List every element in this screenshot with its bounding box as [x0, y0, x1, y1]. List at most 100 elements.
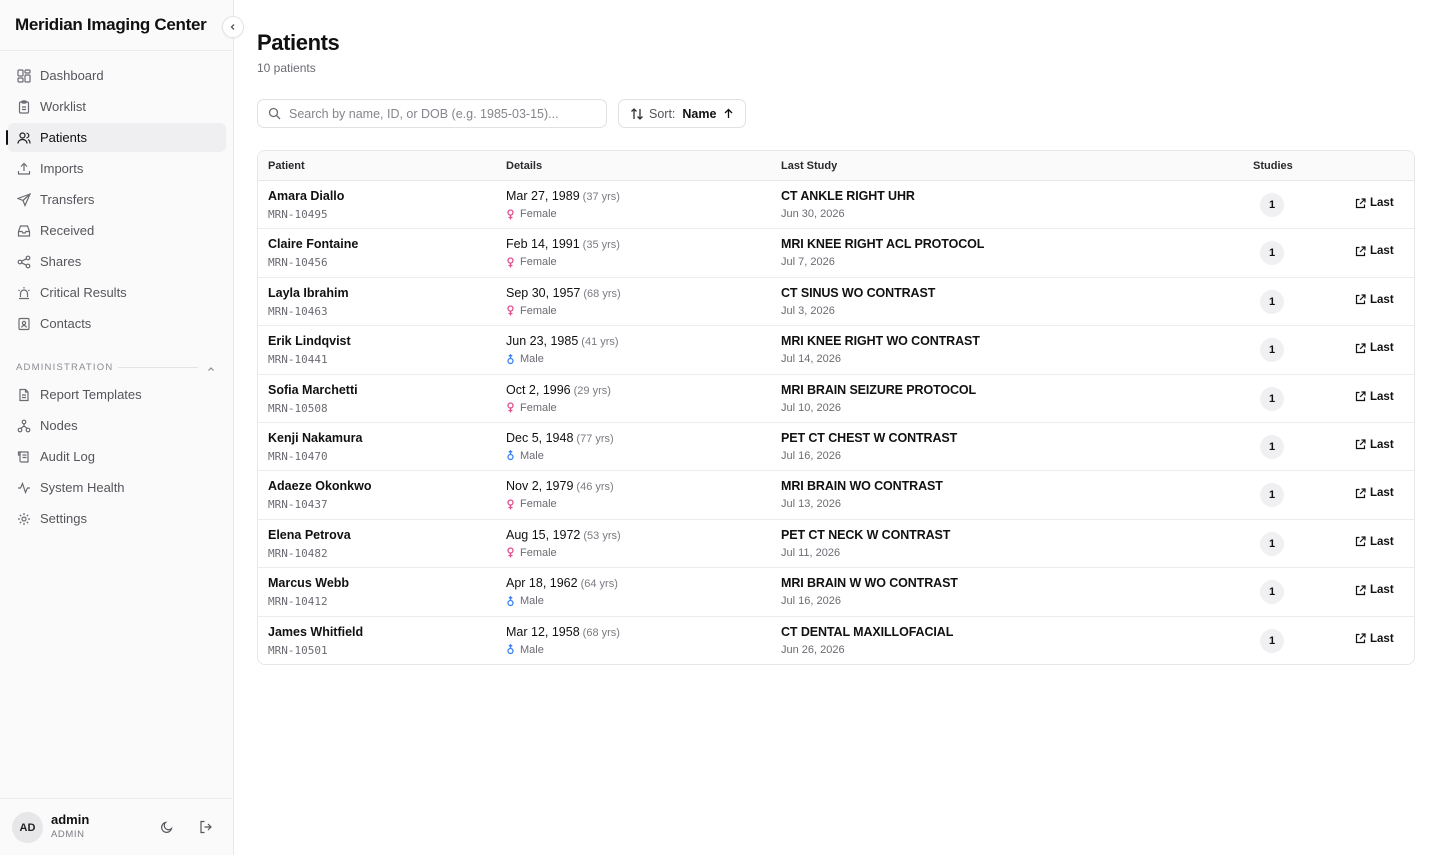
external-link-icon: [1355, 246, 1366, 257]
open-last-study-button[interactable]: Last: [1355, 584, 1394, 596]
open-last-study-button[interactable]: Last: [1355, 391, 1394, 403]
studies-count-badge: 1: [1260, 531, 1284, 556]
column-header-details[interactable]: Details: [506, 160, 542, 172]
patient-name[interactable]: Amara Diallo: [268, 189, 344, 203]
sidebar-item-dashboard[interactable]: Dashboard: [8, 61, 226, 90]
open-last-study-button[interactable]: Last: [1355, 245, 1394, 257]
table-row[interactable]: Claire Fontaine MRN-10456 Feb 14, 1991 (3…: [258, 229, 1414, 278]
external-link-icon: [1355, 343, 1366, 354]
table-row[interactable]: Erik Lindqvist MRN-10441 Jun 23, 1985 (41…: [258, 326, 1414, 375]
sidebar-item-system-health[interactable]: System Health: [8, 473, 226, 502]
table-row[interactable]: James Whitfield MRN-10501 Mar 12, 1958 (6…: [258, 617, 1414, 664]
patient-age: (46 yrs): [576, 481, 614, 494]
users-icon: [17, 131, 31, 145]
patient-sex: Female: [506, 305, 557, 317]
patient-dob: Apr 18, 1962 (64 yrs): [506, 576, 618, 591]
sidebar-item-label: Contacts: [40, 316, 92, 331]
arrow-up-icon: [723, 108, 734, 119]
male-icon: [506, 353, 515, 365]
patient-dob: Mar 27, 1989 (37 yrs): [506, 189, 620, 203]
sidebar-item-worklist[interactable]: Worklist: [8, 92, 226, 121]
patient-name[interactable]: Sofia Marchetti: [268, 383, 358, 397]
user-role: ADMIN: [51, 829, 85, 840]
avatar[interactable]: AD: [12, 812, 43, 843]
last-study-date: Jul 16, 2026: [781, 449, 841, 462]
open-last-study-button[interactable]: Last: [1355, 342, 1394, 354]
table-row[interactable]: Sofia Marchetti MRN-10508 Oct 2, 1996 (29…: [258, 375, 1414, 423]
section-label-administration: ADMINISTRATION: [16, 362, 114, 373]
siren-icon: [17, 286, 31, 300]
patient-name[interactable]: Claire Fontaine: [268, 237, 358, 251]
last-study-description: MRI KNEE RIGHT WO CONTRAST: [781, 334, 980, 349]
table-row[interactable]: Elena Petrova MRN-10482 Aug 15, 1972 (53 …: [258, 520, 1414, 569]
sort-label: Sort:: [649, 106, 676, 121]
last-study-description: CT SINUS WO CONTRAST: [781, 285, 936, 300]
studies-count-badge: 1: [1260, 483, 1284, 508]
column-header-patient[interactable]: Patient: [268, 160, 305, 172]
sidebar-item-patients[interactable]: Patients: [6, 123, 226, 152]
patient-sex: Male: [506, 595, 544, 607]
patients-table: Patient Details Last Study Studies Amara…: [257, 150, 1415, 665]
admin-nav: Report Templates Nodes Audit Log System …: [8, 380, 226, 535]
table-row[interactable]: Marcus Webb MRN-10412 Apr 18, 1962 (64 yr…: [258, 568, 1414, 617]
table-row[interactable]: Layla Ibrahim MRN-10463 Sep 30, 1957 (68 …: [258, 278, 1414, 327]
sidebar-item-received[interactable]: Received: [8, 216, 226, 245]
sidebar-item-transfers[interactable]: Transfers: [8, 185, 226, 214]
sidebar-item-settings[interactable]: Settings: [8, 504, 226, 533]
female-icon: [506, 402, 515, 413]
patient-dob: Aug 15, 1972 (53 yrs): [506, 527, 621, 542]
sidebar-item-label: System Health: [40, 480, 125, 495]
sidebar-item-label: Settings: [40, 511, 87, 526]
patient-name[interactable]: Elena Petrova: [268, 528, 351, 542]
logout-icon[interactable]: [197, 818, 215, 836]
sidebar-item-imports[interactable]: Imports: [8, 154, 226, 183]
patient-name[interactable]: Erik Lindqvist: [268, 334, 351, 348]
divider: [0, 798, 234, 799]
patient-name[interactable]: Kenji Nakamura: [268, 431, 362, 445]
patient-sex: Male: [506, 450, 544, 462]
studies-count-badge: 1: [1260, 193, 1284, 217]
sidebar-item-contacts[interactable]: Contacts: [8, 309, 226, 338]
divider: [0, 50, 234, 51]
chevron-up-icon[interactable]: [206, 361, 216, 379]
sidebar-item-label: Critical Results: [40, 285, 127, 300]
search-box[interactable]: [257, 99, 607, 128]
sidebar-item-shares[interactable]: Shares: [8, 247, 226, 276]
open-last-study-button[interactable]: Last: [1355, 536, 1394, 548]
user-name: admin: [51, 812, 90, 827]
table-row[interactable]: Adaeze Okonkwo MRN-10437 Nov 2, 1979 (46 …: [258, 471, 1414, 520]
patient-name[interactable]: Marcus Webb: [268, 576, 349, 590]
sidebar-item-audit-log[interactable]: Audit Log: [8, 442, 226, 471]
female-icon: [506, 547, 515, 558]
patient-name[interactable]: Layla Ibrahim: [268, 286, 349, 300]
open-last-study-button[interactable]: Last: [1355, 487, 1394, 499]
open-last-study-button[interactable]: Last: [1355, 633, 1394, 645]
sidebar: Meridian Imaging Center Dashboard Workli…: [0, 0, 234, 855]
last-study-description: PET CT CHEST W CONTRAST: [781, 430, 958, 445]
sidebar-item-label: Report Templates: [40, 387, 142, 402]
patient-age: (37 yrs): [582, 191, 620, 203]
last-study-description: MRI BRAIN SEIZURE PROTOCOL: [781, 382, 977, 397]
external-link-icon: [1355, 294, 1366, 305]
collapse-sidebar-button[interactable]: [222, 16, 244, 38]
table-row[interactable]: Amara Diallo MRN-10495 Mar 27, 1989 (37 y…: [258, 181, 1414, 230]
activity-icon: [17, 481, 31, 495]
patient-count: 10 patients: [257, 61, 316, 75]
sidebar-item-nodes[interactable]: Nodes: [8, 411, 226, 440]
open-last-study-button[interactable]: Last: [1355, 439, 1394, 451]
patient-dob: Oct 2, 1996 (29 yrs): [506, 382, 611, 397]
last-study-date: Jul 13, 2026: [781, 498, 841, 511]
open-last-study-button[interactable]: Last: [1355, 197, 1394, 209]
sidebar-item-report-templates[interactable]: Report Templates: [8, 380, 226, 409]
column-header-studies[interactable]: Studies: [1253, 160, 1293, 172]
sort-button[interactable]: Sort: Name: [618, 99, 747, 128]
open-last-study-button[interactable]: Last: [1355, 294, 1394, 306]
column-header-last-study[interactable]: Last Study: [781, 160, 837, 172]
patient-name[interactable]: Adaeze Okonkwo: [268, 479, 372, 493]
sidebar-item-critical-results[interactable]: Critical Results: [8, 278, 226, 307]
patient-name[interactable]: James Whitfield: [268, 625, 363, 639]
search-input[interactable]: [289, 106, 589, 121]
theme-toggle-moon-icon[interactable]: [158, 818, 176, 836]
male-icon: [506, 595, 515, 607]
table-row[interactable]: Kenji Nakamura MRN-10470 Dec 5, 1948 (77 …: [258, 423, 1414, 472]
